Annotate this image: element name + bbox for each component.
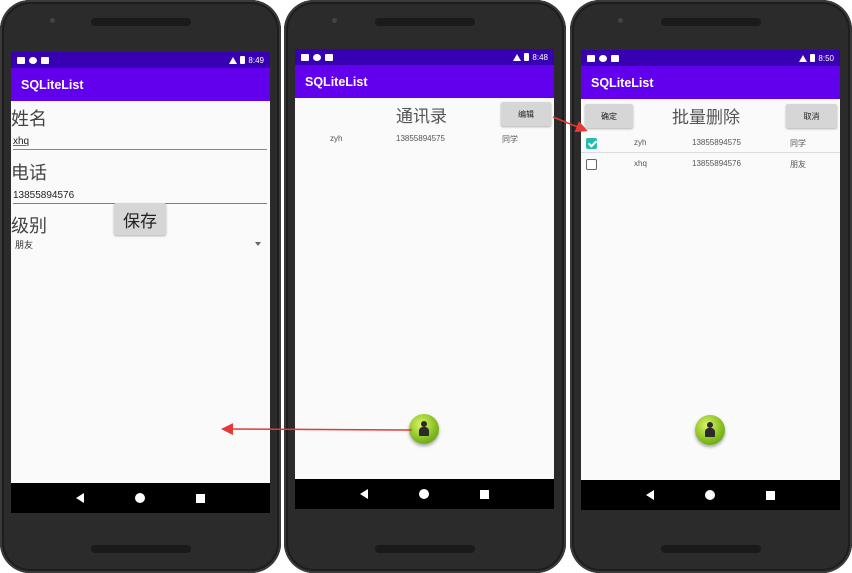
sd-card-icon bbox=[41, 56, 49, 64]
clock: 8:48 bbox=[532, 52, 548, 62]
page-title: 批量删除 bbox=[672, 108, 740, 128]
list-item[interactable]: xhq 13855894576 朋友 bbox=[581, 153, 840, 174]
sd-card-icon bbox=[325, 53, 333, 61]
notification-icon bbox=[17, 56, 25, 64]
confirm-button[interactable]: 确定 bbox=[585, 104, 633, 128]
contact-group: 同学 bbox=[790, 139, 806, 148]
app-title: SQLiteList bbox=[11, 68, 270, 101]
wifi-icon bbox=[229, 56, 238, 64]
clock: 8:49 bbox=[248, 55, 264, 65]
back-icon[interactable] bbox=[646, 490, 655, 500]
add-contact-fab[interactable] bbox=[409, 414, 439, 444]
contact-name: xhq bbox=[634, 159, 647, 168]
camera bbox=[332, 18, 337, 23]
name-field[interactable]: xhq bbox=[13, 136, 267, 150]
phone-2: 8:48 SQLiteList 通讯录 编辑 zyh 13855894575 同… bbox=[284, 0, 566, 573]
contact-name: zyh bbox=[634, 138, 647, 147]
app-title: SQLiteList bbox=[295, 65, 554, 98]
nav-bar bbox=[295, 479, 554, 509]
checkbox-icon[interactable] bbox=[586, 159, 597, 170]
notification-icon bbox=[587, 54, 595, 62]
name-value: xhq bbox=[13, 136, 30, 147]
list-item[interactable]: zyh 13855894575 同学 bbox=[295, 128, 554, 149]
level-dropdown[interactable]: 朋友 bbox=[15, 238, 265, 251]
status-bar: 8:48 bbox=[295, 49, 554, 65]
battery-icon bbox=[240, 56, 246, 64]
screen-contact-list: 8:48 SQLiteList 通讯录 编辑 zyh 13855894575 同… bbox=[295, 49, 554, 509]
clock: 8:50 bbox=[818, 53, 834, 63]
cancel-button[interactable]: 取消 bbox=[786, 104, 837, 128]
camera bbox=[50, 18, 55, 23]
save-button[interactable]: 保存 bbox=[114, 203, 166, 235]
notification-icon bbox=[599, 54, 607, 62]
speaker-top bbox=[661, 18, 761, 26]
dropdown-caret-icon bbox=[255, 242, 261, 246]
recents-icon[interactable] bbox=[479, 489, 489, 499]
back-icon[interactable] bbox=[76, 493, 85, 503]
phone-label: 电话 bbox=[11, 163, 47, 184]
edit-button[interactable]: 编辑 bbox=[501, 102, 551, 126]
level-label: 级别 bbox=[11, 216, 47, 237]
phone-field[interactable]: 13855894576 bbox=[13, 190, 267, 204]
wifi-icon bbox=[799, 54, 808, 62]
level-value: 朋友 bbox=[15, 241, 34, 251]
recents-icon[interactable] bbox=[195, 493, 205, 503]
contact-phone: 13855894576 bbox=[692, 159, 741, 168]
camera bbox=[618, 18, 623, 23]
add-contact-fab-icon bbox=[419, 421, 429, 436]
phone-3: 8:50 SQLiteList 确定 批量删除 取消 zyh 138558945… bbox=[570, 0, 852, 573]
battery-icon bbox=[810, 54, 816, 62]
notification-icon bbox=[29, 56, 37, 64]
list-item[interactable]: zyh 13855894575 同学 bbox=[581, 132, 840, 153]
back-icon[interactable] bbox=[360, 489, 369, 499]
contact-group: 同学 bbox=[502, 135, 518, 144]
speaker-top bbox=[375, 18, 475, 26]
contact-group: 朋友 bbox=[790, 160, 806, 169]
home-icon[interactable] bbox=[418, 489, 429, 499]
page-title: 通讯录 bbox=[396, 107, 447, 127]
wifi-icon bbox=[513, 53, 522, 61]
sd-card-icon bbox=[611, 54, 619, 62]
battery-icon bbox=[524, 53, 530, 61]
speaker-bottom bbox=[90, 545, 191, 553]
notification-icon bbox=[301, 53, 309, 61]
status-bar: 8:50 bbox=[581, 50, 840, 66]
stage: 8:49 SQLiteList 姓名 xhq 电话 13855894576 级别… bbox=[0, 0, 852, 573]
nav-bar bbox=[581, 480, 840, 510]
name-label: 姓名 bbox=[11, 109, 47, 130]
home-icon[interactable] bbox=[134, 493, 145, 503]
add-contact-fab[interactable] bbox=[695, 415, 725, 445]
checkbox-icon[interactable] bbox=[586, 138, 597, 149]
status-bar: 8:49 bbox=[11, 52, 270, 68]
speaker-top bbox=[90, 18, 191, 26]
add-contact-fab-icon bbox=[705, 422, 715, 437]
speaker-bottom bbox=[661, 545, 761, 553]
phone-1: 8:49 SQLiteList 姓名 xhq 电话 13855894576 级别… bbox=[0, 0, 281, 573]
screen-batch-delete: 8:50 SQLiteList 确定 批量删除 取消 zyh 138558945… bbox=[581, 50, 840, 510]
recents-icon[interactable] bbox=[765, 490, 775, 500]
notification-icon bbox=[313, 53, 321, 61]
home-icon[interactable] bbox=[704, 490, 715, 500]
contact-phone: 13855894575 bbox=[396, 134, 445, 143]
app-title: SQLiteList bbox=[581, 66, 840, 99]
nav-bar bbox=[11, 483, 270, 513]
screen-add-contact: 8:49 SQLiteList 姓名 xhq 电话 13855894576 级别… bbox=[11, 52, 270, 513]
contact-name: zyh bbox=[330, 134, 343, 143]
speaker-bottom bbox=[375, 545, 475, 553]
contact-phone: 13855894575 bbox=[692, 138, 741, 147]
